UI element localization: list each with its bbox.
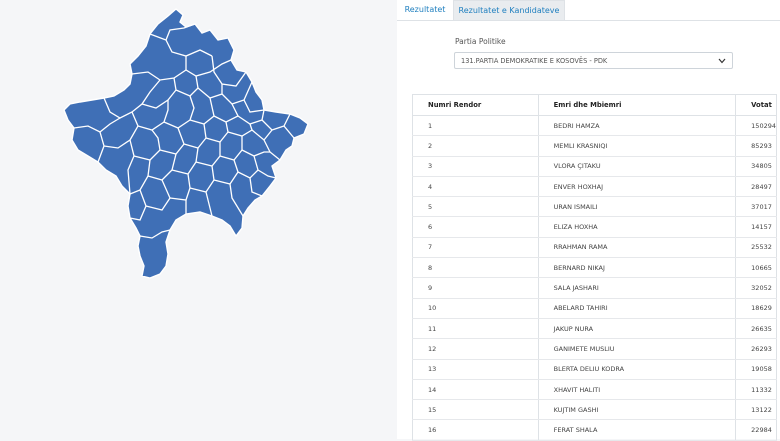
candidate-name: ELIZA HOXHA	[537, 216, 736, 238]
candidate-votes: 85293	[735, 135, 777, 157]
chevron-down-icon	[718, 58, 726, 64]
table-row: 12 GANIMETE MUSLIU 26293	[412, 338, 777, 360]
row-number: 5	[412, 196, 539, 218]
row-number: 16	[412, 419, 539, 441]
candidate-votes: 26293	[735, 338, 777, 360]
table-row: 5 URAN ISMAILI 37017	[412, 196, 777, 218]
candidate-votes: 22984	[735, 419, 777, 441]
row-number: 15	[412, 399, 539, 421]
candidate-name: ABELARD TAHIRI	[537, 298, 736, 319]
kosovo-outline[interactable]	[63, 8, 309, 279]
column-header-emri-dhe-mbiemri: Emri dhe Mbiemri	[537, 94, 736, 116]
candidate-votes: 32052	[735, 277, 777, 299]
row-number: 9	[412, 277, 539, 299]
table-row: 3 VLORA ÇITAKU 34805	[412, 156, 777, 177]
table-row: 10 ABELARD TAHIRI 18629	[412, 298, 777, 319]
table-row: 14 XHAVIT HALITI 11332	[412, 379, 777, 401]
candidate-name: RRAHMAN RAMA	[537, 237, 736, 259]
row-number: 7	[412, 237, 539, 259]
candidate-name: BLERTA DELIU KODRA	[537, 359, 736, 380]
party-select-label: Partia Politike	[455, 37, 506, 46]
candidate-votes: 34805	[735, 156, 777, 177]
candidate-name: URAN ISMAILI	[537, 196, 736, 218]
table-row: 15 KUJTIM GASHI 13122	[412, 399, 777, 421]
row-number: 3	[412, 156, 539, 177]
tab-rezultatet[interactable]: Rezultatet	[397, 0, 453, 20]
table-row: 1 BEDRI HAMZA 150294	[412, 115, 777, 137]
candidate-name: JAKUP NURA	[537, 318, 736, 340]
row-number: 14	[412, 379, 539, 401]
row-number: 6	[412, 216, 539, 238]
row-number: 4	[412, 176, 539, 198]
kosovo-municipality-map[interactable]	[0, 0, 396, 439]
candidate-votes: 37017	[735, 196, 777, 218]
table-row: 4 ENVER HOXHAJ 28497	[412, 176, 777, 198]
results-panel: Rezultatet Rezultatet e Kandidateve Part…	[397, 0, 780, 441]
row-number: 2	[412, 135, 539, 157]
party-select[interactable]: 131.PARTIA DEMOKRATIKE E KOSOVËS - PDK	[454, 52, 733, 69]
table-row: 9 SALA JASHARI 32052	[412, 277, 777, 299]
candidate-name: BEDRI HAMZA	[537, 115, 736, 137]
candidate-name: VLORA ÇITAKU	[537, 156, 736, 177]
row-number: 10	[412, 298, 539, 319]
results-tabs: Rezultatet Rezultatet e Kandidateve	[397, 0, 780, 21]
candidate-votes: 25532	[735, 237, 777, 259]
candidates-table: Numri Rendor Emri dhe Mbiemri Votat 1 BED…	[412, 94, 777, 441]
candidate-name: KUJTIM GASHI	[537, 399, 736, 421]
table-row: 16 FERAT SHALA 22984	[412, 419, 777, 441]
candidate-votes: 28497	[735, 176, 777, 198]
candidate-name: GANIMETE MUSLIU	[537, 338, 736, 360]
table-row: 7 RRAHMAN RAMA 25532	[412, 237, 777, 259]
candidate-votes: 14157	[735, 216, 777, 238]
candidate-name: MEMLI KRASNIQI	[537, 135, 736, 157]
row-number: 11	[412, 318, 539, 340]
candidate-name: BERNARD NIKAJ	[537, 257, 736, 279]
candidate-name: FERAT SHALA	[537, 419, 736, 441]
table-row: 11 JAKUP NURA 26635	[412, 318, 777, 340]
column-header-numri-rendor: Numri Rendor	[412, 94, 539, 116]
candidate-name: ENVER HOXHAJ	[537, 176, 736, 198]
column-header-votat: Votat	[735, 94, 777, 116]
candidate-votes: 11332	[735, 379, 777, 401]
candidate-votes: 10665	[735, 257, 777, 279]
tab-rezultatet-e-kandidateve[interactable]: Rezultatet e Kandidateve	[453, 0, 565, 20]
table-row: 8 BERNARD NIKAJ 10665	[412, 257, 777, 279]
candidate-votes: 150294	[735, 115, 777, 137]
table-row: 13 BLERTA DELIU KODRA 19058	[412, 359, 777, 380]
table-row: 2 MEMLI KRASNIQI 85293	[412, 135, 777, 157]
party-select-value: 131.PARTIA DEMOKRATIKE E KOSOVËS - PDK	[461, 57, 608, 65]
row-number: 1	[412, 115, 539, 137]
candidate-votes: 13122	[735, 399, 777, 421]
candidate-votes: 18629	[735, 298, 777, 319]
candidate-votes: 19058	[735, 359, 777, 380]
table-header-row: Numri Rendor Emri dhe Mbiemri Votat	[412, 94, 777, 116]
row-number: 13	[412, 359, 539, 380]
row-number: 8	[412, 257, 539, 279]
table-row: 6 ELIZA HOXHA 14157	[412, 216, 777, 238]
candidate-name: SALA JASHARI	[537, 277, 736, 299]
candidate-name: XHAVIT HALITI	[537, 379, 736, 401]
row-number: 12	[412, 338, 539, 360]
candidate-votes: 26635	[735, 318, 777, 340]
municipality-map-panel	[0, 0, 396, 439]
